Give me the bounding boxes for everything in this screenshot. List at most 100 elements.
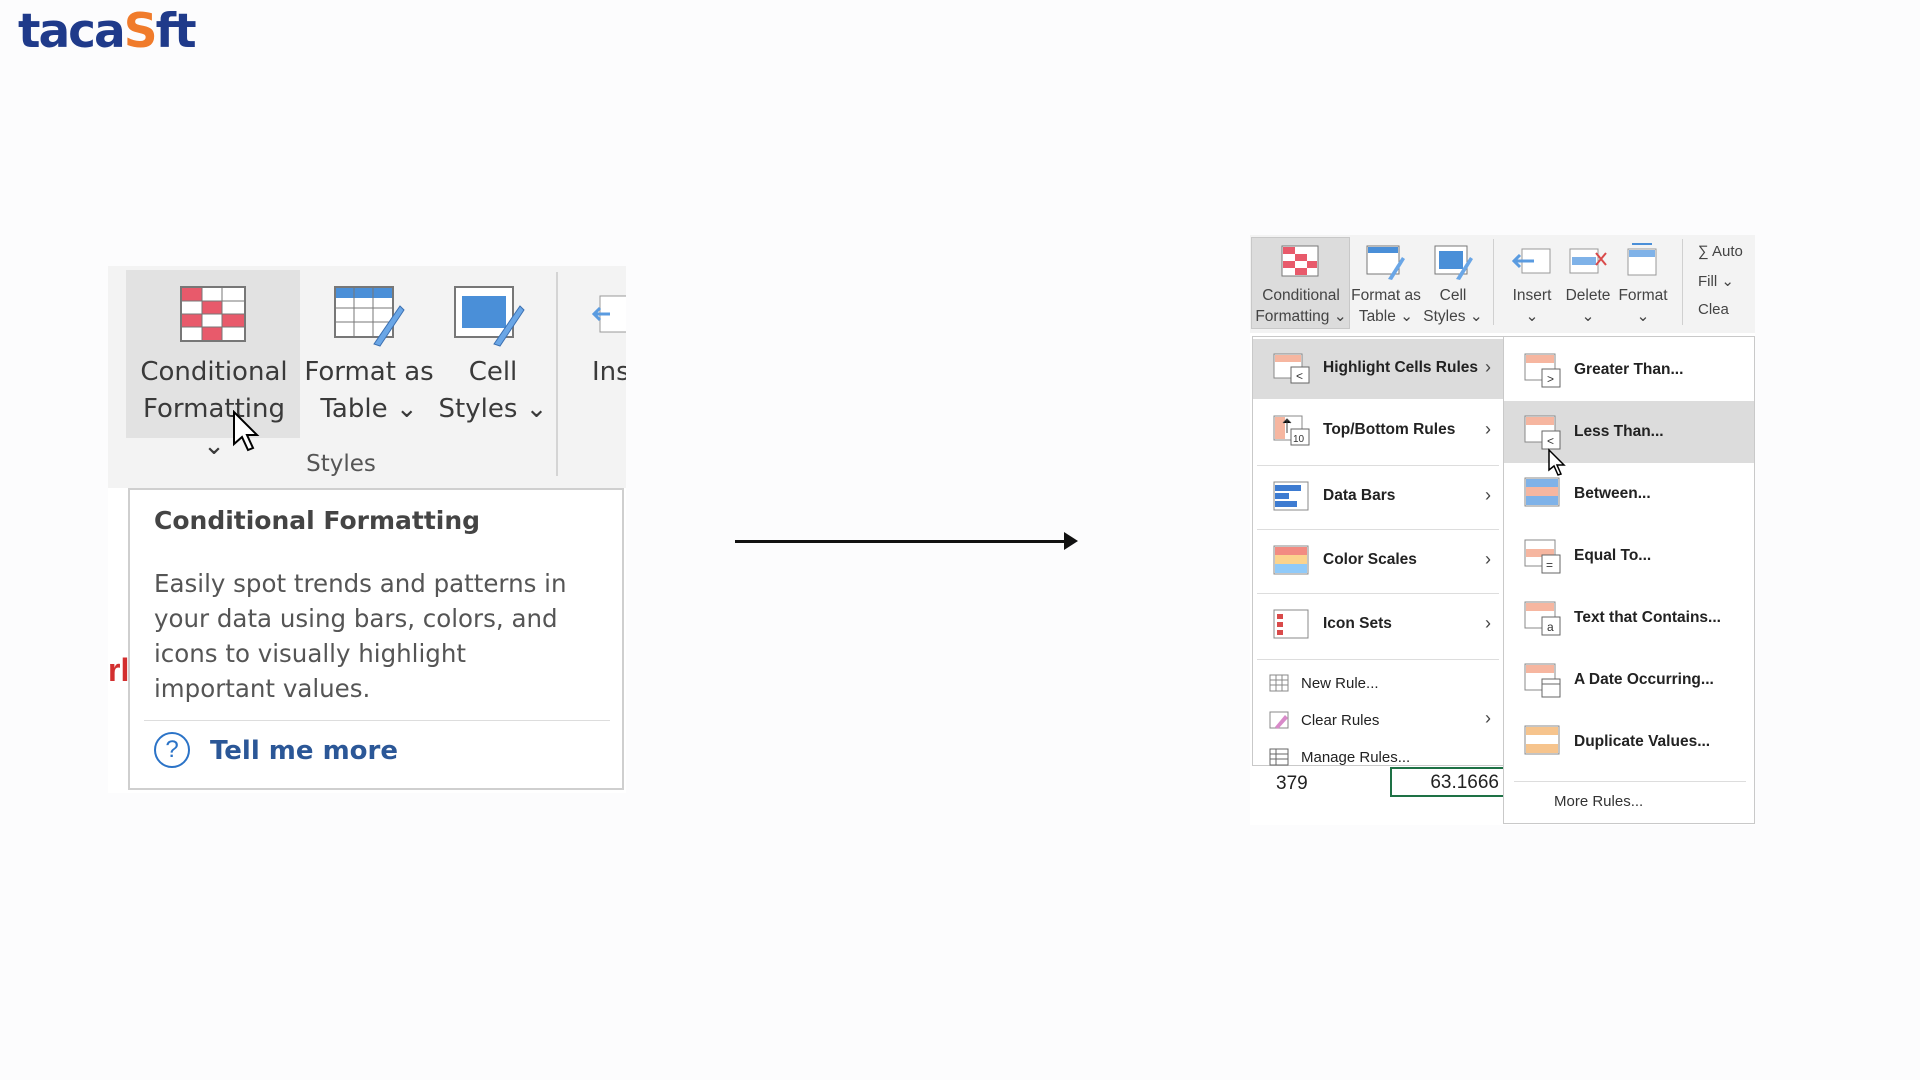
autosum-button[interactable]: ∑ Auto (1698, 243, 1743, 260)
mouse-cursor-icon (233, 410, 260, 452)
menu-item-icon-sets[interactable]: Icon Sets › (1253, 595, 1503, 655)
top-bottom-icon: 10 (1273, 415, 1310, 446)
fat-label-line1: Format as (1351, 287, 1421, 304)
format-button[interactable]: Format ⌄ (1616, 285, 1670, 327)
cell-styles-button[interactable]: Cell Styles ⌄ (438, 354, 548, 428)
menu-item-manage-rules[interactable]: Manage Rules... (1253, 739, 1503, 775)
cf-label-line1: Conditional (1262, 287, 1340, 304)
manage-rules-icon (1269, 748, 1289, 766)
cf-label-line2: Formatting ⌄ (142, 394, 286, 461)
cell-value-a[interactable]: 379 (1276, 773, 1308, 795)
tooltip-title: Conditional Formatting (154, 506, 481, 535)
cell-styles-icon[interactable] (1434, 245, 1474, 281)
submenu-label: Equal To... (1574, 547, 1652, 564)
submenu-item-less-than[interactable]: < Less Than... (1504, 401, 1754, 463)
tell-me-more-link[interactable]: Tell me more (210, 736, 398, 766)
submenu-item-duplicate-values[interactable]: Duplicate Values... (1504, 711, 1754, 773)
conditional-formatting-icon (180, 286, 246, 342)
text-contains-icon: a (1524, 601, 1561, 636)
ribbon-separator (556, 272, 558, 476)
menu-item-data-bars[interactable]: Data Bars › (1253, 467, 1503, 527)
submenu-label: Text that Contains... (1574, 609, 1721, 626)
format-as-table-button[interactable]: Format as Table ⌄ (304, 354, 434, 428)
format-label: Format (1618, 287, 1668, 304)
cell-styles-icon[interactable] (454, 286, 526, 348)
menu-item-highlight-cells-rules[interactable]: < Highlight Cells Rules › (1253, 339, 1503, 399)
menu-label: Top/Bottom Rules (1323, 421, 1456, 438)
menu-item-color-scales[interactable]: Color Scales › (1253, 531, 1503, 591)
tacasoft-logo: tacaSft (18, 2, 197, 62)
sheet-red-text-fragment: rl (108, 652, 130, 688)
submenu-item-equal-to[interactable]: = Equal To... (1504, 525, 1754, 587)
insert-cells-icon[interactable] (1512, 247, 1552, 275)
duplicate-values-icon (1524, 725, 1560, 755)
delete-label: Delete (1565, 287, 1611, 304)
more-rules-item[interactable]: More Rules... (1554, 793, 1643, 810)
equal-to-icon: = (1524, 539, 1561, 574)
insert-button-partial[interactable]: Ins (592, 354, 626, 391)
clear-button[interactable]: Clea (1698, 301, 1729, 318)
fat-label-line2: Table ⌄ (320, 394, 418, 424)
menu-label: Highlight Cells Rules (1323, 359, 1479, 376)
left-ribbon-panel: Conditional Formatting ⌄ Format as Table… (108, 266, 626, 793)
cs-label-line2: Styles ⌄ (1423, 308, 1483, 325)
conditional-formatting-menu: < Highlight Cells Rules › 10 Top/Bottom … (1252, 336, 1504, 766)
menu-item-new-rule[interactable]: New Rule... (1253, 665, 1503, 701)
transition-arrow-head-icon (1064, 532, 1078, 550)
format-as-table-icon[interactable] (334, 286, 406, 348)
format-cells-icon[interactable] (1622, 241, 1662, 277)
menu-label: Clear Rules (1301, 712, 1380, 729)
svg-text:=: = (1546, 558, 1553, 572)
styles-group-label: Styles (306, 451, 376, 477)
delete-cells-icon[interactable] (1568, 247, 1608, 275)
logo-text-o: S (123, 4, 158, 59)
conditional-formatting-label: Conditional Formatting ⌄ (130, 354, 298, 465)
menu-label: Manage Rules... (1301, 749, 1411, 766)
menu-item-top-bottom-rules[interactable]: 10 Top/Bottom Rules › (1253, 401, 1503, 461)
conditional-formatting-icon (1281, 245, 1319, 277)
menu-label: Color Scales (1323, 551, 1417, 568)
svg-text:<: < (1296, 369, 1303, 383)
format-as-table-button[interactable]: Format as Table ⌄ (1350, 285, 1422, 327)
delete-button[interactable]: Delete ⌄ (1562, 285, 1614, 327)
cs-label-line1: Cell (1439, 287, 1467, 304)
cs-label-line2: Styles ⌄ (438, 394, 548, 424)
tooltip-divider (144, 720, 610, 721)
submenu-label: Greater Than... (1574, 361, 1684, 378)
menu-item-clear-rules[interactable]: Clear Rules › (1253, 702, 1503, 738)
new-rule-icon (1269, 674, 1289, 692)
menu-label: Data Bars (1323, 487, 1396, 504)
chevron-right-icon: › (1485, 708, 1491, 728)
icon-sets-icon (1273, 609, 1309, 639)
submenu-label: Less Than... (1574, 423, 1664, 440)
submenu-item-text-contains[interactable]: a Text that Contains... (1504, 587, 1754, 649)
conditional-formatting-tooltip: Conditional Formatting Easily spot trend… (128, 488, 624, 790)
svg-text:10: 10 (1293, 434, 1305, 445)
insert-label: Insert (1512, 287, 1552, 304)
greater-than-icon: > (1524, 353, 1561, 388)
clear-rules-icon (1269, 711, 1289, 729)
cs-label-line1: Cell (468, 357, 518, 387)
submenu-item-greater-than[interactable]: > Greater Than... (1504, 339, 1754, 401)
highlight-cells-icon: < (1273, 353, 1310, 384)
ribbon-styles-group: Conditional Formatting ⌄ Format as Table… (108, 266, 626, 488)
help-icon[interactable]: ? (154, 732, 190, 768)
less-than-icon: < (1524, 415, 1561, 450)
logo-text-b: ft (155, 4, 197, 59)
insert-icon[interactable] (590, 292, 626, 338)
submenu-item-between[interactable]: Between... (1504, 463, 1754, 525)
cell-styles-button[interactable]: Cell Styles ⌄ (1422, 285, 1484, 327)
tooltip-body: Easily spot trends and patterns in your … (154, 569, 567, 703)
format-as-table-icon[interactable] (1366, 245, 1406, 281)
cf-label-line2: Formatting ⌄ (1255, 308, 1347, 325)
fat-label-line1: Format as (304, 357, 434, 387)
chevron-right-icon: › (1485, 419, 1491, 439)
insert-button[interactable]: Insert ⌄ (1506, 285, 1558, 327)
menu-divider (1257, 465, 1499, 466)
menu-divider (1257, 529, 1499, 530)
cell-value-b: 63.1666 (1430, 772, 1499, 793)
cf-label-line1: Conditional (140, 357, 288, 387)
fill-button[interactable]: Fill ⌄ (1698, 272, 1734, 290)
data-bars-icon (1273, 481, 1309, 511)
submenu-item-date-occurring[interactable]: A Date Occurring... (1504, 649, 1754, 711)
